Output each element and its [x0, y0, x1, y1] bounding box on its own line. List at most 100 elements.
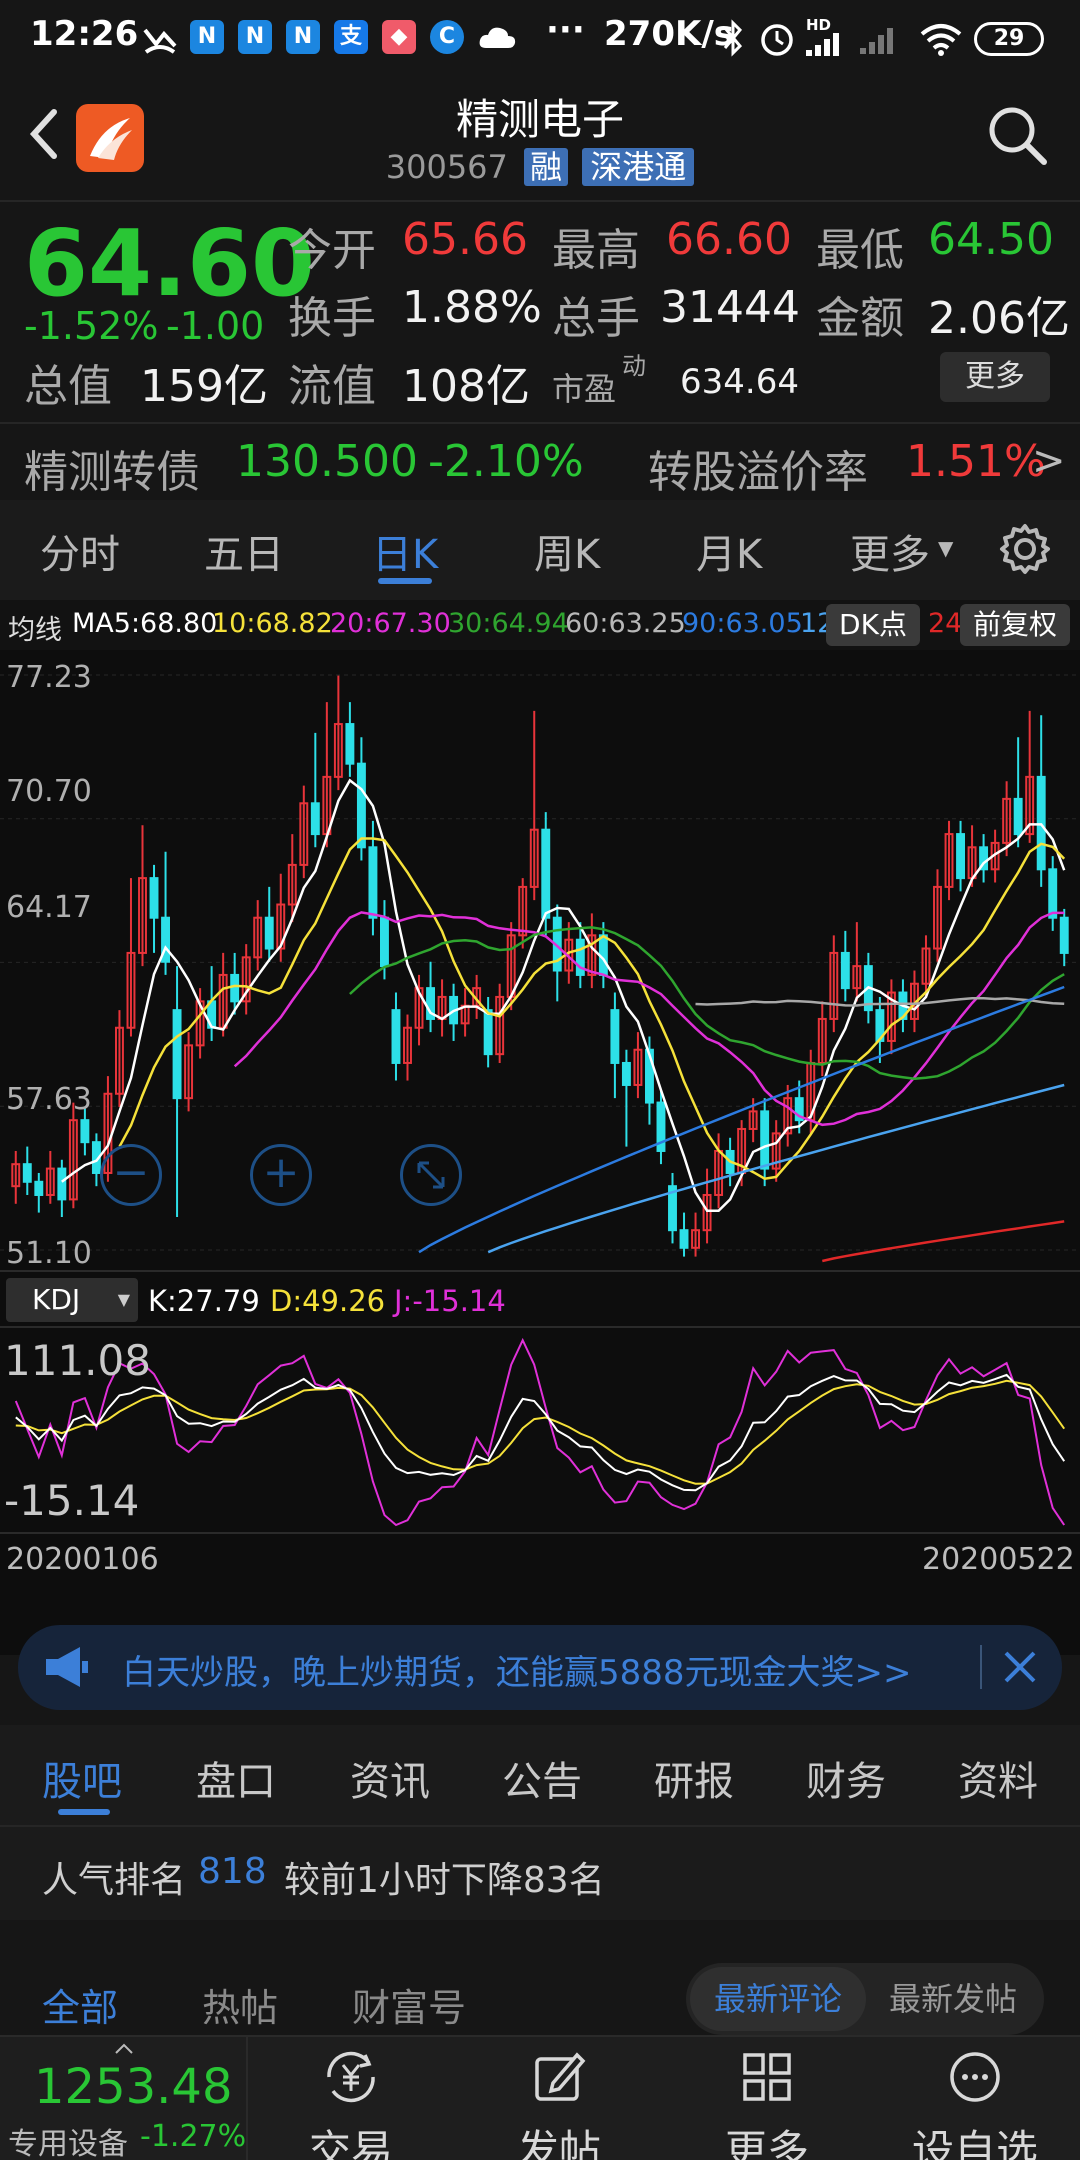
indicator-select[interactable]: KDJ ▼ [6, 1278, 138, 1322]
settings-gear-icon[interactable] [998, 522, 1052, 576]
bottom-nav: 1253.48 专用设备 -1.27% 交易 发帖 更多 设自选 [0, 2035, 1080, 2160]
candle-body [610, 1009, 620, 1064]
index-widget[interactable]: 1253.48 专用设备 -1.27% [0, 2037, 248, 2160]
tab-weekly-k[interactable]: 周K [534, 522, 600, 580]
filter-wealth[interactable]: 财富号 [352, 1977, 466, 2032]
tab-finance[interactable]: 财务 [806, 1749, 886, 1807]
ma-line-ma90 [418, 985, 1065, 1254]
amount-value: 2.06亿 [928, 293, 1070, 344]
network-speed: 270K/s [604, 14, 734, 54]
start-date: 20200106 [6, 1542, 159, 1577]
bond-name[interactable]: 精测转债 [24, 436, 200, 500]
tab-research[interactable]: 研报 [654, 1749, 734, 1807]
candle-body [541, 828, 551, 919]
tab-guba[interactable]: 股吧 [42, 1749, 122, 1807]
tab-more[interactable]: 更多 [850, 522, 930, 580]
tab-daily-k[interactable]: 日K [372, 522, 438, 580]
fullscreen-button[interactable] [400, 1144, 462, 1206]
ma-label[interactable]: 均线 [8, 608, 62, 647]
pe-label: 市盈 [552, 370, 617, 408]
app-n-icon: N [286, 20, 320, 54]
open-value: 65.66 [402, 214, 528, 265]
end-date: 20200522 [922, 1542, 1075, 1577]
candle-body [345, 723, 355, 765]
nav-more[interactable]: 更多 [692, 2037, 842, 2160]
cloud-icon [479, 27, 516, 48]
popularity-row[interactable]: 人气排名 818 较前1小时下降83名 [0, 1825, 1080, 1920]
period-tabs: 分时 五日 日K 周K 月K 更多 ▼ [0, 500, 1080, 600]
candle-body [356, 762, 366, 849]
turnover-value: 1.88% [402, 282, 542, 333]
ma-line-ma240 [822, 1220, 1065, 1263]
post-filter: 全部 热帖 财富号 最新评论 最新发帖 [0, 1945, 1080, 2045]
dk-button[interactable]: DK点 [826, 604, 920, 646]
caret-down-icon: ▼ [938, 536, 954, 560]
tab-news[interactable]: 资讯 [350, 1749, 430, 1807]
nav-post[interactable]: 发帖 [484, 2037, 634, 2160]
candle-body [230, 973, 240, 1003]
nav-add-watchlist-label: 设自选 [911, 2126, 1038, 2160]
candle-body [956, 833, 966, 880]
candle-body [34, 1180, 44, 1196]
change-amount: -1.00 [166, 304, 265, 348]
indicator-name: KDJ [32, 1283, 81, 1316]
tab-intraday[interactable]: 分时 [40, 522, 120, 580]
tab-five-day[interactable]: 五日 [204, 522, 284, 580]
pe-value: 634.64 [680, 362, 799, 402]
signal-2-icon [860, 28, 893, 54]
kdj-chart[interactable] [0, 1330, 1080, 1530]
bond-price: 130.500 [236, 436, 418, 487]
filter-hot[interactable]: 热帖 [202, 1977, 278, 2032]
candle-body [264, 916, 274, 950]
candle-body [172, 1009, 182, 1100]
change-percent: -1.52% [24, 304, 159, 348]
candle-body [1048, 868, 1058, 919]
turnover-label: 换手 [288, 293, 376, 344]
high-label: 最高 [552, 225, 640, 276]
expand-icon [417, 1161, 445, 1189]
more-button[interactable]: 更多 [940, 352, 1050, 402]
filter-all[interactable]: 全部 [42, 1977, 118, 2032]
volume-label: 总手 [552, 293, 640, 344]
premium-value: 1.51% [906, 436, 1046, 487]
candle-body [483, 1009, 493, 1056]
more-dots-icon: ··· [546, 10, 585, 50]
index-value: 1253.48 [34, 2059, 233, 2115]
tab-notice[interactable]: 公告 [502, 1749, 582, 1807]
candle-body [149, 877, 159, 919]
quote-panel: 64.60 -1.52% -1.00 今开 65.66 最高 66.60 最低 … [0, 200, 1080, 500]
close-icon[interactable] [1000, 1647, 1040, 1687]
market-cap-label: 总值 [24, 361, 112, 412]
ma-line-ma10 [118, 837, 1066, 1181]
popularity-label: 人气排名 [42, 1860, 187, 1901]
tab-panel[interactable]: 盘口 [196, 1749, 276, 1807]
kdj-k-value: K:27.79 [148, 1284, 260, 1318]
nav-trade[interactable]: 交易 [276, 2037, 426, 2160]
nav-add-watchlist[interactable]: 设自选 [900, 2037, 1050, 2160]
fq-button[interactable]: 前复权 [960, 604, 1070, 646]
nav-more-label: 更多 [724, 2126, 809, 2160]
kdj-d-value: D:49.26 [270, 1284, 386, 1318]
sort-latest-post[interactable]: 最新发帖 [866, 1967, 1040, 2031]
promo-banner[interactable]: 白天炒股，晚上炒期货，还能赢5888元现金大奖>> [18, 1625, 1062, 1710]
app-n-icon: N [238, 20, 272, 54]
ma30-value: 30:64.94 [448, 608, 569, 639]
tab-profile[interactable]: 资料 [958, 1749, 1038, 1807]
zoom-out-button[interactable]: − [100, 1144, 162, 1206]
low-value: 64.50 [928, 214, 1054, 265]
wifi-icon [920, 24, 962, 56]
search-icon[interactable] [986, 104, 1050, 168]
chevron-right-icon[interactable]: > [1032, 438, 1066, 484]
sort-latest-comment[interactable]: 最新评论 [690, 1967, 866, 2031]
candle-body [80, 1119, 90, 1144]
ma-legend: 均线 MA5:68.80 10:68.82 20:67.30 30:64.94 … [0, 600, 1080, 650]
caret-down-icon: ▼ [117, 1290, 130, 1309]
candle-body [760, 1110, 770, 1170]
margin-tag: 融 [524, 148, 569, 186]
tab-monthly-k[interactable]: 月K [696, 522, 762, 580]
zoom-in-button[interactable]: + [250, 1144, 312, 1206]
candle-body [621, 1061, 631, 1086]
kline-chart[interactable] [0, 650, 1080, 1270]
popularity-note: 较前1小时下降83名 [284, 1860, 605, 1901]
ma240-value: 24 [928, 608, 963, 639]
